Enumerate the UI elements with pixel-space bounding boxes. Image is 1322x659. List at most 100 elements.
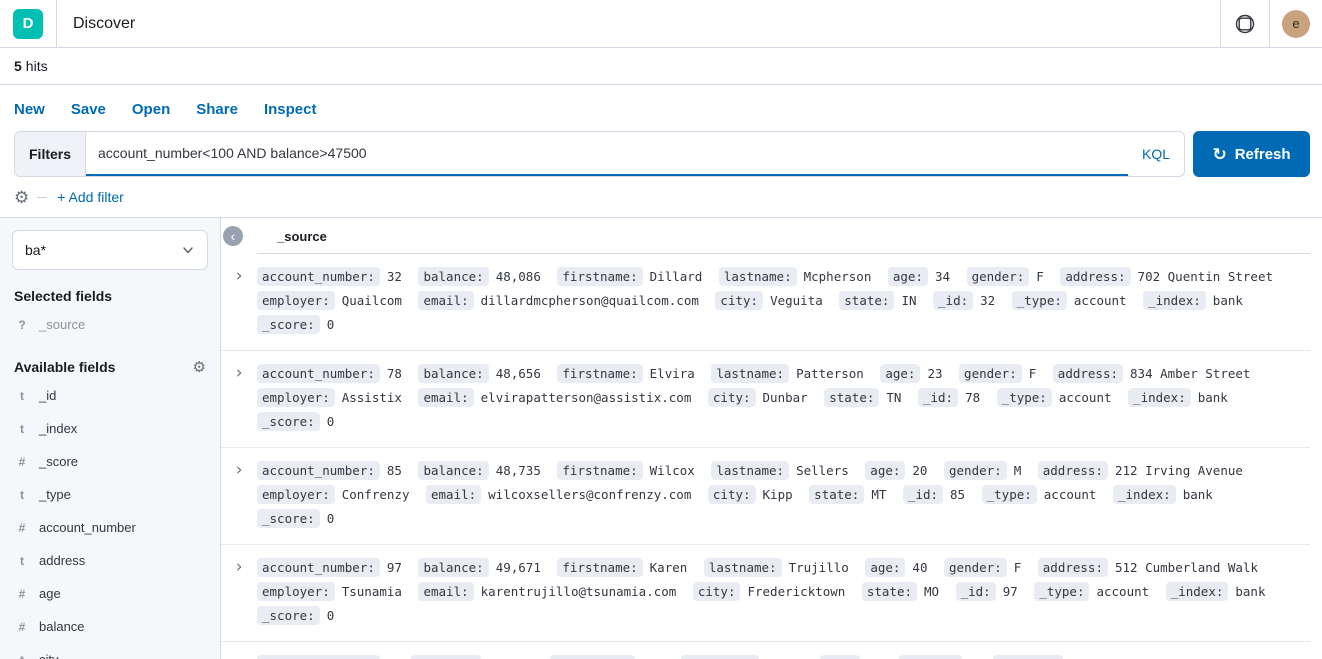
hits-label: hits — [26, 58, 48, 74]
field-item-index[interactable]: t_index — [12, 412, 208, 445]
field-name-pill: balance: — [411, 655, 481, 659]
field-pair: _index:bank — [1113, 487, 1213, 502]
field-name-pill: _score: — [257, 315, 320, 334]
available-fields-title: Available fields — [14, 359, 115, 375]
field-pair: city:Fredericktown — [693, 584, 845, 599]
field-pair: email:dillardmcpherson@quailcom.com — [418, 293, 698, 308]
expand-row-icon[interactable]: › — [221, 556, 257, 628]
field-pair: city:Dunbar — [708, 390, 808, 405]
field-value: 20 — [912, 463, 927, 478]
avatar[interactable]: e — [1282, 10, 1310, 38]
field-item-account_number[interactable]: #account_number — [12, 511, 208, 544]
expand-row-icon[interactable]: › — [221, 265, 257, 337]
field-value: MO — [924, 584, 939, 599]
newsfeed-button[interactable] — [1221, 0, 1269, 47]
field-pair: gender:F — [944, 560, 1021, 575]
field-value: Quailcom — [342, 293, 402, 308]
collapse-sidebar-button[interactable]: ‹ — [223, 226, 243, 246]
field-name-pill: age: — [865, 461, 905, 480]
field-name: city — [39, 652, 59, 659]
query-input[interactable]: account_number<100 AND balance>47500 — [86, 132, 1128, 176]
toolbar-item-open[interactable]: Open — [132, 101, 170, 118]
field-value: account — [1044, 487, 1097, 502]
divider — [37, 197, 47, 198]
field-name: account_number — [39, 520, 136, 535]
field-value: 40 — [912, 560, 927, 575]
table-row: ›account_number:32 balance:48,086 firstn… — [221, 254, 1310, 351]
field-name-pill: email: — [418, 291, 473, 310]
field-pair: _index:bank — [1128, 390, 1228, 405]
field-name-pill: balance: — [418, 461, 488, 480]
field-pair: employer:Tsunamia — [257, 584, 402, 599]
filters-button[interactable]: Filters — [15, 132, 86, 176]
field-name-pill: employer: — [257, 291, 335, 310]
field-pair: _id:32 — [933, 293, 995, 308]
selected-fields-heading: Selected fields — [14, 288, 206, 304]
field-name-pill: firstname: — [550, 655, 635, 659]
refresh-button[interactable]: ↻ Refresh — [1193, 131, 1310, 177]
field-pair: _id:85 — [903, 487, 965, 502]
field-item-source[interactable]: ?_source — [12, 308, 208, 341]
field-value: 212 Irving Avenue — [1115, 463, 1243, 478]
expand-row-icon[interactable]: › — [221, 459, 257, 531]
field-value: 0 — [327, 317, 335, 332]
top-header: D Discover e — [0, 0, 1322, 48]
field-item-address[interactable]: taddress — [12, 544, 208, 577]
expand-row-icon[interactable]: › — [221, 653, 257, 659]
row-source-content: account_number:32 balance:48,086 firstna… — [257, 265, 1310, 337]
add-filter-link[interactable]: + Add filter — [57, 189, 124, 205]
app-logo[interactable]: D — [13, 9, 43, 39]
field-item-score[interactable]: #_score — [12, 445, 208, 478]
field-value: 34 — [935, 269, 950, 284]
field-item-type[interactable]: t_type — [12, 478, 208, 511]
field-name-pill: age: — [865, 558, 905, 577]
refresh-icon: ↻ — [1212, 146, 1226, 163]
field-type-icon: # — [16, 587, 28, 601]
index-pattern-select[interactable]: ba* — [12, 230, 208, 270]
field-name-pill: email: — [426, 485, 481, 504]
table-row: ›account_number:85 balance:48,735 firstn… — [221, 448, 1310, 545]
field-value: bank — [1198, 390, 1228, 405]
field-value: Patterson — [796, 366, 864, 381]
field-name-pill: _id: — [956, 582, 996, 601]
selected-fields-title: Selected fields — [14, 288, 112, 304]
field-type-icon: t — [16, 488, 28, 502]
field-pair: account_number:97 — [257, 560, 402, 575]
field-item-balance[interactable]: #balance — [12, 610, 208, 643]
field-pair: _score:0 — [257, 608, 334, 623]
field-item-id[interactable]: t_id — [12, 379, 208, 412]
toolbar-item-share[interactable]: Share — [196, 101, 238, 118]
toolbar: New Save Open Share Inspect — [0, 85, 1322, 129]
filter-settings-gear-icon[interactable]: ⚙ — [14, 189, 29, 206]
field-pair: state:TN — [824, 390, 901, 405]
hits-count: 5 — [14, 58, 22, 74]
field-pair: lastname:Sellers — [711, 463, 848, 478]
field-name-pill: age: — [820, 655, 860, 659]
kql-toggle[interactable]: KQL — [1128, 132, 1184, 176]
field-value: Karen — [650, 560, 688, 575]
field-pair: employer:Assistix — [257, 390, 402, 405]
row-source-content: account_number:85 balance:48,735 firstna… — [257, 459, 1310, 531]
toolbar-item-new[interactable]: New — [14, 101, 45, 118]
toolbar-item-save[interactable]: Save — [71, 101, 106, 118]
field-name-pill: account_number: — [257, 267, 380, 286]
expand-row-icon[interactable]: › — [221, 362, 257, 434]
field-name-pill: account_number: — [257, 364, 380, 383]
field-name-pill: _score: — [257, 509, 320, 528]
field-item-city[interactable]: tcity — [12, 643, 208, 659]
field-name-pill: age: — [880, 364, 920, 383]
field-pair: gender:M — [944, 463, 1021, 478]
field-settings-gear-icon[interactable]: ⚙ — [193, 360, 206, 375]
field-value: F — [1029, 366, 1037, 381]
field-pair: lastname:Patterson — [711, 366, 863, 381]
field-pair: email:wilcoxsellers@confrenzy.com — [426, 487, 691, 502]
field-name-pill: _id: — [933, 291, 973, 310]
circle-square-icon — [1234, 13, 1256, 35]
field-name-pill: _score: — [257, 412, 320, 431]
field-item-age[interactable]: #age — [12, 577, 208, 610]
toolbar-item-inspect[interactable]: Inspect — [264, 101, 317, 118]
field-pair: employer:Confrenzy — [257, 487, 409, 502]
field-pair: state:MT — [809, 487, 886, 502]
field-value: 834 Amber Street — [1130, 366, 1250, 381]
field-name-pill: state: — [839, 291, 894, 310]
